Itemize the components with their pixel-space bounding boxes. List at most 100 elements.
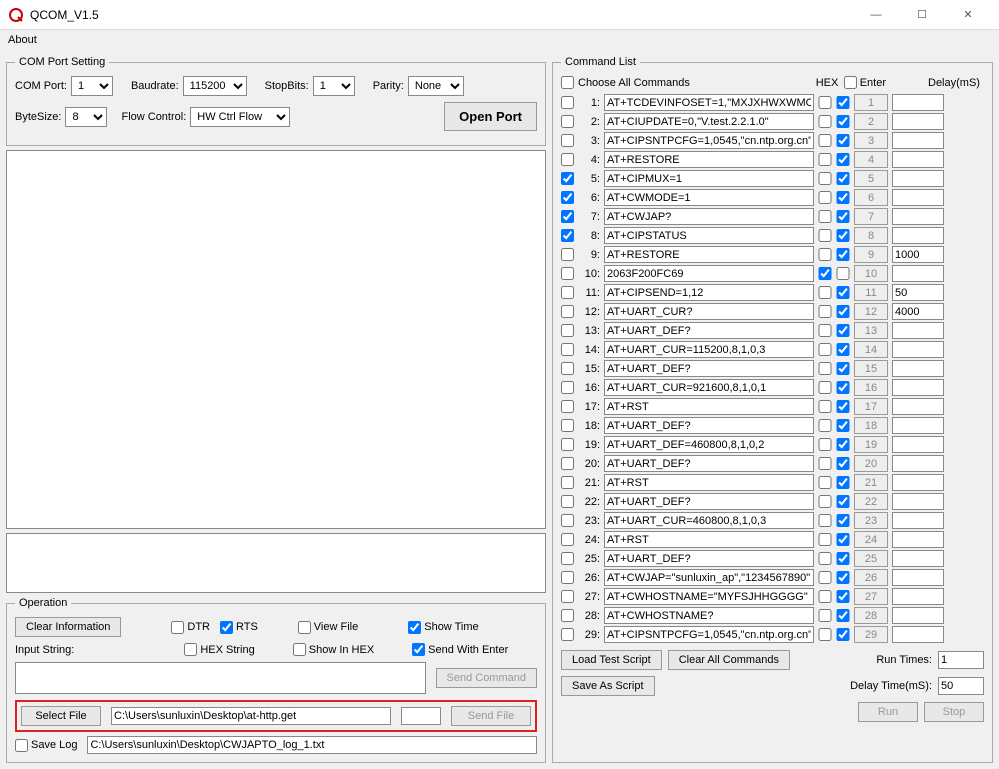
cmd-text-input[interactable] bbox=[604, 379, 814, 396]
cmd-text-input[interactable] bbox=[604, 455, 814, 472]
cmd-text-input[interactable] bbox=[604, 227, 814, 244]
cmd-delay-input[interactable] bbox=[892, 284, 944, 301]
cmd-select-checkbox[interactable] bbox=[561, 115, 574, 128]
cmd-text-input[interactable] bbox=[604, 303, 814, 320]
cmd-hex-checkbox[interactable] bbox=[818, 172, 832, 185]
cmd-send-button[interactable]: 12 bbox=[854, 303, 888, 320]
cmd-enter-checkbox[interactable] bbox=[836, 343, 850, 356]
cmd-select-checkbox[interactable] bbox=[561, 438, 574, 451]
delay-time-input[interactable] bbox=[938, 677, 984, 695]
cmd-text-input[interactable] bbox=[604, 265, 814, 282]
cmd-delay-input[interactable] bbox=[892, 208, 944, 225]
cmd-enter-checkbox[interactable] bbox=[836, 172, 850, 185]
cmd-hex-checkbox[interactable] bbox=[818, 571, 832, 584]
cmd-select-checkbox[interactable] bbox=[561, 229, 574, 242]
choose-all-checkbox[interactable] bbox=[561, 76, 574, 89]
flowcontrol-select[interactable]: HW Ctrl Flow bbox=[190, 107, 290, 127]
console-output[interactable] bbox=[6, 150, 546, 529]
cmd-send-button[interactable]: 8 bbox=[854, 227, 888, 244]
cmd-select-checkbox[interactable] bbox=[561, 172, 574, 185]
cmd-delay-input[interactable] bbox=[892, 626, 944, 643]
cmd-delay-input[interactable] bbox=[892, 265, 944, 282]
cmd-delay-input[interactable] bbox=[892, 398, 944, 415]
cmd-delay-input[interactable] bbox=[892, 170, 944, 187]
cmd-hex-checkbox[interactable] bbox=[818, 533, 832, 546]
cmd-delay-input[interactable] bbox=[892, 94, 944, 111]
cmd-hex-checkbox[interactable] bbox=[818, 248, 832, 261]
cmd-hex-checkbox[interactable] bbox=[818, 419, 832, 432]
cmd-text-input[interactable] bbox=[604, 132, 814, 149]
cmd-select-checkbox[interactable] bbox=[561, 381, 574, 394]
cmd-enter-checkbox[interactable] bbox=[836, 115, 850, 128]
cmd-text-input[interactable] bbox=[604, 284, 814, 301]
cmd-delay-input[interactable] bbox=[892, 113, 944, 130]
cmd-send-button[interactable]: 11 bbox=[854, 284, 888, 301]
cmd-select-checkbox[interactable] bbox=[561, 571, 574, 584]
cmd-delay-input[interactable] bbox=[892, 360, 944, 377]
cmd-enter-checkbox[interactable] bbox=[836, 286, 850, 299]
send-command-button[interactable]: Send Command bbox=[436, 668, 538, 688]
cmd-enter-checkbox[interactable] bbox=[836, 153, 850, 166]
cmd-hex-checkbox[interactable] bbox=[818, 324, 832, 337]
cmd-delay-input[interactable] bbox=[892, 246, 944, 263]
cmd-delay-input[interactable] bbox=[892, 151, 944, 168]
showtime-checkbox[interactable] bbox=[408, 621, 421, 634]
cmd-select-checkbox[interactable] bbox=[561, 362, 574, 375]
cmd-delay-input[interactable] bbox=[892, 493, 944, 510]
cmd-enter-checkbox[interactable] bbox=[836, 552, 850, 565]
cmd-select-checkbox[interactable] bbox=[561, 590, 574, 603]
maximize-button[interactable]: ☐ bbox=[899, 0, 945, 30]
send-file-button[interactable]: Send File bbox=[451, 706, 531, 726]
run-button[interactable]: Run bbox=[858, 702, 918, 722]
cmd-text-input[interactable] bbox=[604, 322, 814, 339]
cmd-select-checkbox[interactable] bbox=[561, 210, 574, 223]
cmd-enter-checkbox[interactable] bbox=[836, 571, 850, 584]
cmd-text-input[interactable] bbox=[604, 569, 814, 586]
cmd-hex-checkbox[interactable] bbox=[818, 134, 832, 147]
cmd-text-input[interactable] bbox=[604, 588, 814, 605]
cmd-delay-input[interactable] bbox=[892, 132, 944, 149]
cmd-hex-checkbox[interactable] bbox=[818, 286, 832, 299]
cmd-hex-checkbox[interactable] bbox=[818, 495, 832, 508]
cmd-send-button[interactable]: 29 bbox=[854, 626, 888, 643]
savelog-path[interactable] bbox=[87, 736, 537, 754]
cmd-delay-input[interactable] bbox=[892, 303, 944, 320]
cmd-send-button[interactable]: 10 bbox=[854, 265, 888, 282]
cmd-send-button[interactable]: 9 bbox=[854, 246, 888, 263]
cmd-enter-checkbox[interactable] bbox=[836, 134, 850, 147]
cmd-hex-checkbox[interactable] bbox=[818, 628, 832, 641]
cmd-send-button[interactable]: 6 bbox=[854, 189, 888, 206]
parity-select[interactable]: None bbox=[408, 76, 464, 96]
run-times-input[interactable] bbox=[938, 651, 984, 669]
cmd-enter-checkbox[interactable] bbox=[836, 191, 850, 204]
cmd-delay-input[interactable] bbox=[892, 607, 944, 624]
input-string-field[interactable] bbox=[15, 662, 426, 694]
cmd-enter-checkbox[interactable] bbox=[836, 248, 850, 261]
cmd-send-button[interactable]: 15 bbox=[854, 360, 888, 377]
cmd-text-input[interactable] bbox=[604, 246, 814, 263]
cmd-send-button[interactable]: 16 bbox=[854, 379, 888, 396]
cmd-delay-input[interactable] bbox=[892, 436, 944, 453]
cmd-select-checkbox[interactable] bbox=[561, 514, 574, 527]
cmd-select-checkbox[interactable] bbox=[561, 533, 574, 546]
console-secondary-textarea[interactable] bbox=[7, 534, 545, 592]
stopbits-select[interactable]: 1 bbox=[313, 76, 355, 96]
cmd-enter-checkbox[interactable] bbox=[836, 514, 850, 527]
cmd-send-button[interactable]: 14 bbox=[854, 341, 888, 358]
cmd-select-checkbox[interactable] bbox=[561, 419, 574, 432]
cmd-hex-checkbox[interactable] bbox=[818, 267, 832, 280]
hexstring-checkbox[interactable] bbox=[184, 643, 197, 656]
cmd-select-checkbox[interactable] bbox=[561, 191, 574, 204]
cmd-text-input[interactable] bbox=[604, 341, 814, 358]
cmd-enter-checkbox[interactable] bbox=[836, 419, 850, 432]
cmd-delay-input[interactable] bbox=[892, 531, 944, 548]
cmd-send-button[interactable]: 19 bbox=[854, 436, 888, 453]
cmd-send-button[interactable]: 25 bbox=[854, 550, 888, 567]
cmd-send-button[interactable]: 3 bbox=[854, 132, 888, 149]
cmd-hex-checkbox[interactable] bbox=[818, 343, 832, 356]
sendwithenter-checkbox[interactable] bbox=[412, 643, 425, 656]
cmd-select-checkbox[interactable] bbox=[561, 457, 574, 470]
cmd-select-checkbox[interactable] bbox=[561, 495, 574, 508]
minimize-button[interactable]: — bbox=[853, 0, 899, 30]
stop-button[interactable]: Stop bbox=[924, 702, 984, 722]
